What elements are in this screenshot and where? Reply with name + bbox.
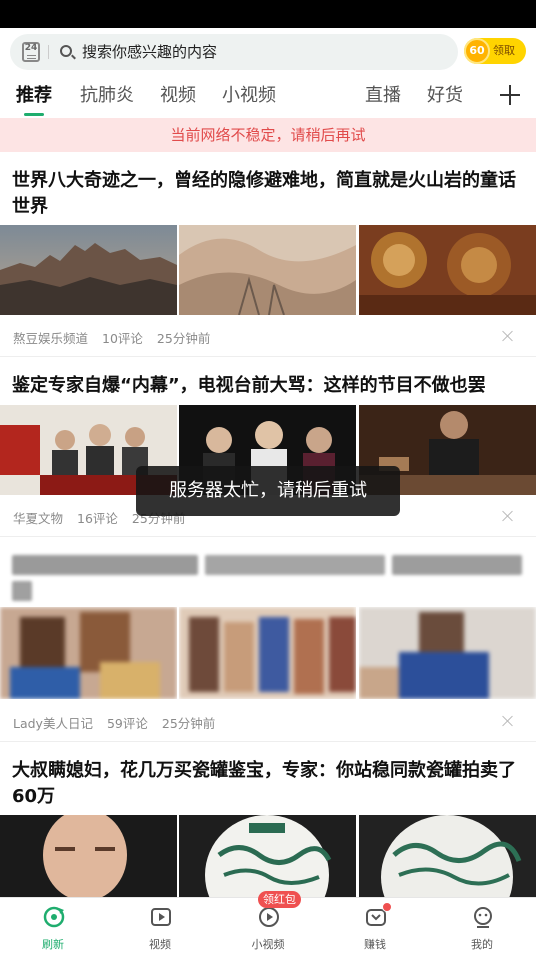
article-image <box>0 607 177 699</box>
error-toast: 服务器太忙，请稍后重试 <box>136 466 400 516</box>
article-meta: Lady美人日记 59评论 25分钟前 <box>13 713 229 732</box>
tab-short-video[interactable]: 小视频 <box>222 74 276 118</box>
coin-reward-label: 领取 <box>493 44 515 57</box>
article-image <box>179 225 356 315</box>
article-images <box>0 607 536 699</box>
blurred-text <box>12 581 32 601</box>
channel-tabs: 推荐 抗肺炎 视频 小视频 直播 好货 <box>0 74 536 118</box>
short-video-icon <box>259 907 279 927</box>
article-image <box>359 815 536 897</box>
dismiss-icon[interactable] <box>502 715 514 727</box>
article-card[interactable]: 大叔瞒媳妇，花几万买瓷罐鉴宝，专家：你站稳同款瓷罐拍卖了60万 <box>0 742 536 897</box>
video-play-icon <box>151 908 171 926</box>
tab-recommend[interactable]: 推荐 <box>16 74 52 118</box>
article-source[interactable]: 华夏文物 <box>13 511 63 526</box>
active-tab-indicator <box>24 113 44 116</box>
search-icon <box>60 45 72 57</box>
article-card[interactable]: Lady美人日记 59评论 25分钟前 <box>0 537 536 742</box>
nav-refresh[interactable]: 刷新 <box>3 898 103 954</box>
article-source[interactable]: 熬豆娱乐频道 <box>13 331 88 346</box>
article-comments: 10评论 <box>102 331 143 346</box>
red-packet-badge: 领红包 <box>258 891 301 908</box>
nav-label: 刷新 <box>42 938 64 951</box>
app-logo-text: 24 <box>24 43 38 53</box>
coin-icon: 60 <box>464 38 490 64</box>
nav-label: 视频 <box>149 938 171 951</box>
nav-profile[interactable]: 我的 <box>432 898 532 954</box>
app-logo-icon[interactable]: 24 <box>22 42 40 62</box>
refresh-icon <box>43 906 65 928</box>
coin-reward-button[interactable]: 60 领取 <box>464 38 526 64</box>
article-meta: 熬豆娱乐频道 10评论 25分钟前 <box>13 328 224 347</box>
article-image <box>179 815 356 897</box>
article-image <box>359 607 536 699</box>
tab-goods[interactable]: 好货 <box>427 74 463 118</box>
article-image <box>359 225 536 315</box>
search-input[interactable]: 搜索你感兴趣的内容 <box>82 34 217 70</box>
bottom-navigation: 刷新 视频 领红包 小视频 赚钱 我的 <box>0 891 536 954</box>
article-comments: 59评论 <box>106 716 148 731</box>
article-title[interactable]: 鉴定专家自爆“内幕”，电视台前大骂：这样的节目不做也罢 <box>12 373 524 399</box>
dismiss-icon[interactable] <box>502 330 514 342</box>
nav-label: 小视频 <box>251 938 285 951</box>
profile-icon <box>474 907 492 928</box>
nav-video[interactable]: 视频 <box>110 898 210 954</box>
search-box[interactable]: 24 搜索你感兴趣的内容 <box>10 34 458 70</box>
article-title[interactable]: 大叔瞒媳妇，花几万买瓷罐鉴宝，专家：你站稳同款瓷罐拍卖了60万 <box>12 758 524 810</box>
tab-label: 推荐 <box>16 85 52 106</box>
blurred-text <box>205 555 385 575</box>
article-image <box>0 815 177 897</box>
article-time: 25分钟前 <box>161 716 216 731</box>
nav-label: 我的 <box>471 938 493 951</box>
article-images <box>0 815 536 897</box>
nav-earn[interactable]: 赚钱 <box>325 898 425 954</box>
blurred-text <box>12 555 198 575</box>
top-bar: 24 搜索你感兴趣的内容 60 领取 <box>0 28 536 74</box>
dismiss-icon[interactable] <box>502 510 514 522</box>
notification-dot <box>382 902 392 912</box>
article-comments: 16评论 <box>77 511 118 526</box>
blurred-text <box>392 555 522 575</box>
nav-label: 赚钱 <box>364 938 386 951</box>
status-bar <box>0 0 536 28</box>
search-divider <box>48 45 49 59</box>
article-time: 25分钟前 <box>156 331 211 346</box>
article-card[interactable]: 世界八大奇迹之一，曾经的隐修避难地，简直就是火山岩的童话世界 熬豆娱乐频道 10… <box>0 152 536 357</box>
article-images <box>0 225 536 315</box>
article-image <box>179 607 356 699</box>
tab-live[interactable]: 直播 <box>365 74 401 118</box>
article-source[interactable]: Lady美人日记 <box>13 716 93 731</box>
article-title[interactable]: 世界八大奇迹之一，曾经的隐修避难地，简直就是火山岩的童话世界 <box>12 168 524 220</box>
tab-anti-pneumonia[interactable]: 抗肺炎 <box>80 74 134 118</box>
nav-short-video[interactable]: 领红包 小视频 <box>218 891 318 954</box>
network-warning-banner: 当前网络不稳定，请稍后再试 <box>0 118 536 152</box>
add-channel-icon[interactable] <box>499 84 521 106</box>
tab-video[interactable]: 视频 <box>160 74 196 118</box>
article-image <box>0 225 177 315</box>
